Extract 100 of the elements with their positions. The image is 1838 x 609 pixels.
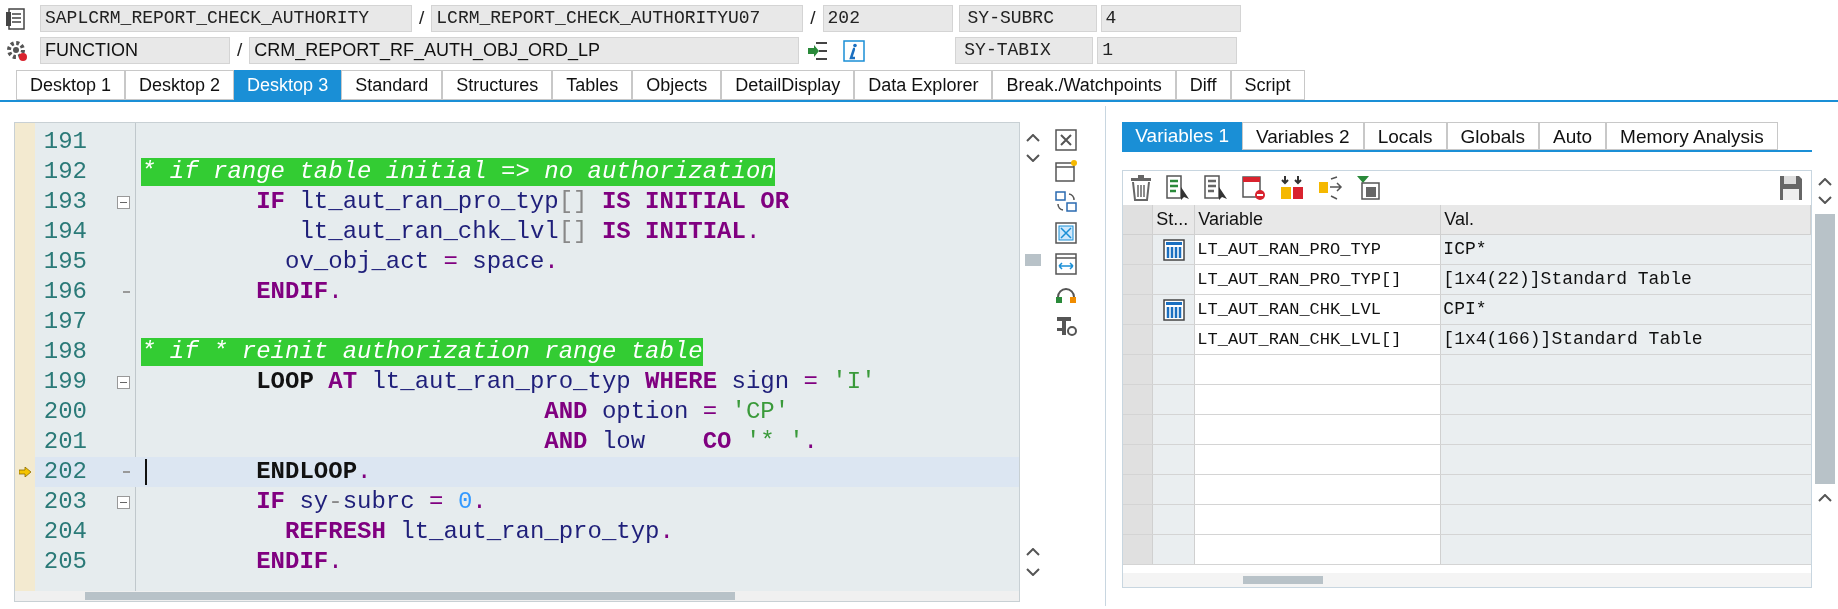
code-line: lt_aut_ran_chk_lvl[] IS INITIAL.: [299, 218, 761, 246]
code-row[interactable]: 194 lt_aut_ran_chk_lvl[] IS INITIAL.: [35, 217, 1020, 247]
line-number: 198: [42, 337, 87, 367]
line-number: 205: [42, 547, 87, 577]
code-editor[interactable]: [14, 122, 1021, 602]
scroll-down-icon[interactable]: [1818, 196, 1833, 204]
tab[interactable]: Variables 1: [1122, 122, 1242, 150]
line-number: 191: [42, 127, 87, 157]
scroll-up-icon[interactable]: [1818, 178, 1833, 186]
merge-arrows-icon[interactable]: [1279, 175, 1306, 201]
arrow-icon: [19, 467, 31, 477]
maximize-icon[interactable]: [1053, 221, 1078, 245]
code-row[interactable]: 204 REFRESH lt_aut_ran_pro_typ.: [35, 517, 1020, 547]
code-row[interactable]: 202 ENDLOOP.: [35, 457, 1020, 487]
collapse-icon[interactable]: [117, 376, 130, 389]
tab[interactable]: Variables 2: [1242, 122, 1364, 150]
code-row[interactable]: 199 LOOP AT lt_aut_ran_pro_typ WHERE sign = 'I': [35, 367, 1020, 397]
row-header-cell[interactable]: [1123, 235, 1154, 264]
tab[interactable]: Memory Analysis: [1606, 122, 1778, 150]
field-label: SY-SUBRC: [958, 5, 1097, 32]
list-select-icon[interactable]: [1203, 175, 1230, 201]
collapse-icon[interactable]: [117, 196, 130, 209]
row-header-cell[interactable]: [1123, 475, 1154, 504]
scroll-down-icon[interactable]: [1026, 154, 1041, 162]
gear-icon[interactable]: [6, 39, 28, 62]
code-line: ov_obj_act = space.: [285, 248, 559, 276]
table-cell: [1x4(166)]Standard Table: [1441, 325, 1812, 354]
code-row[interactable]: 191: [35, 127, 1020, 157]
execute-icon[interactable]: [807, 40, 830, 61]
remove-row-icon[interactable]: [1241, 175, 1268, 201]
scroll-up-icon[interactable]: [1026, 548, 1041, 556]
horizontal-scrollbar[interactable]: [15, 591, 1020, 601]
scroll-up-icon[interactable]: [1818, 494, 1833, 502]
scroll-thumb[interactable]: [1025, 254, 1042, 266]
tab[interactable]: Standard: [341, 70, 443, 100]
code-row[interactable]: 196 ENDIF.: [35, 277, 1020, 307]
code-row[interactable]: 193 IF lt_aut_ran_pro_typ[] IS INITIAL OR: [35, 187, 1020, 217]
row-header-cell[interactable]: [1123, 295, 1154, 324]
line-number: 197: [42, 307, 87, 337]
filter-window-icon[interactable]: [1355, 175, 1382, 201]
line-number: 195: [42, 247, 87, 277]
tab[interactable]: Break./Watchpoints: [992, 70, 1176, 100]
tab[interactable]: Auto: [1539, 122, 1607, 150]
code-line: ENDIF.: [256, 548, 343, 576]
new-window-icon[interactable]: [1053, 159, 1078, 183]
line-number: 194: [42, 217, 87, 247]
row-header-cell[interactable]: [1123, 445, 1154, 474]
tab[interactable]: DetailDisplay: [721, 70, 855, 100]
column-header[interactable]: St...: [1153, 205, 1196, 234]
tab[interactable]: Structures: [442, 70, 553, 100]
document-icon[interactable]: [6, 7, 26, 30]
delete-icon[interactable]: [1129, 175, 1154, 201]
row-header-cell[interactable]: [1123, 535, 1154, 564]
line-number: 204: [42, 517, 87, 547]
row-header-cell[interactable]: [1123, 325, 1154, 354]
tab[interactable]: Desktop 1: [16, 70, 126, 100]
info-icon[interactable]: [843, 39, 866, 62]
collapse-icon[interactable]: [117, 496, 130, 509]
row-header-cell[interactable]: [1123, 355, 1154, 384]
scroll-thumb[interactable]: [1815, 214, 1836, 484]
column-header[interactable]: Variable: [1195, 205, 1442, 234]
tab[interactable]: Globals: [1446, 122, 1539, 150]
tab[interactable]: Objects: [632, 70, 722, 100]
line-number: 193: [42, 187, 87, 217]
code-row[interactable]: 192 * if range table initial => no authorization: [35, 157, 1020, 187]
field-value: 1: [1097, 37, 1238, 64]
row-header-cell[interactable]: [1123, 385, 1154, 414]
tab[interactable]: Desktop 3: [234, 70, 342, 100]
row-header-cell[interactable]: [1123, 415, 1154, 444]
swap-windows-icon[interactable]: [1053, 190, 1078, 214]
tab[interactable]: Diff: [1175, 70, 1231, 100]
save-icon[interactable]: [1779, 175, 1804, 201]
tab[interactable]: Locals: [1363, 122, 1447, 150]
row-header-cell[interactable]: [1123, 265, 1154, 294]
tab[interactable]: Data Explorer: [854, 70, 993, 100]
tab[interactable]: Desktop 2: [125, 70, 235, 100]
row-header-cell[interactable]: [1123, 205, 1154, 234]
scroll-up-icon[interactable]: [1026, 134, 1041, 142]
resize-width-icon[interactable]: [1053, 252, 1078, 276]
tab[interactable]: Tables: [552, 70, 633, 100]
scroll-down-icon[interactable]: [1026, 568, 1041, 576]
code-row[interactable]: 198 * if * reinit authorization range table: [35, 337, 1020, 367]
table-icon[interactable]: [1162, 238, 1185, 261]
field-label: SY-TABIX: [955, 37, 1094, 64]
code-row[interactable]: 195 ov_obj_act = space.: [35, 247, 1020, 277]
split-arrows-icon[interactable]: [1317, 175, 1344, 201]
code-row[interactable]: 203 IF sy-subrc = 0.: [35, 487, 1020, 517]
list-select-icon[interactable]: [1165, 175, 1192, 201]
line-number: 201: [42, 427, 87, 457]
table-icon[interactable]: [1162, 298, 1185, 321]
field-value: 202: [822, 5, 953, 32]
code-row[interactable]: 201 AND low CO '* '.: [35, 427, 1020, 457]
row-header-cell[interactable]: [1123, 505, 1154, 534]
close-window-icon[interactable]: [1053, 128, 1078, 152]
line-number: 200: [42, 397, 87, 427]
code-row[interactable]: 200 AND option = 'CP': [35, 397, 1020, 427]
tab[interactable]: Script: [1230, 70, 1305, 100]
column-header[interactable]: Val.: [1441, 205, 1812, 234]
code-row[interactable]: 205 ENDIF.: [35, 547, 1020, 577]
code-row[interactable]: 197: [35, 307, 1020, 337]
